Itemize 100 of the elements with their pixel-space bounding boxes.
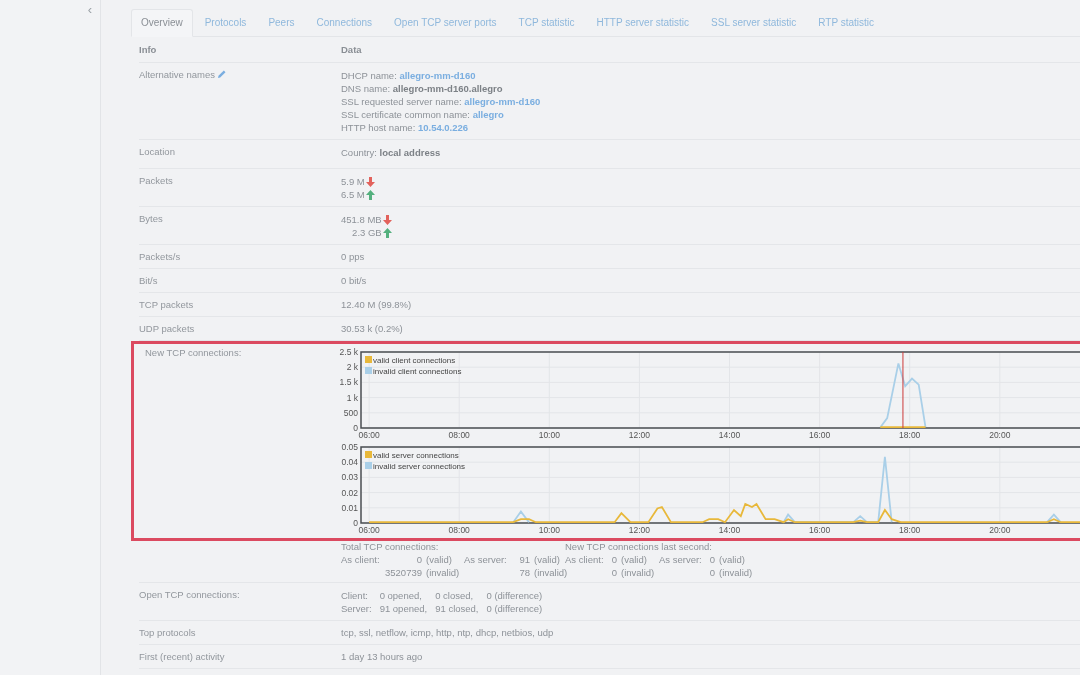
tab[interactable]: Overview [131,9,193,37]
table-cell-text: 0 closed, [435,589,475,602]
table-cell-text: 0 [708,554,716,566]
data-value: 1 day 13 hours ago [341,651,424,663]
data-value: 6.5 M [341,188,365,201]
axis-tick-label: 14:00 [718,525,741,535]
axis-tick-label: 10:00 [538,525,560,535]
axis-tick-label: 06:00 [358,525,380,535]
data-value: SSL certificate common name: allegro [341,108,505,121]
data-value: 5.9 M [341,175,365,188]
data-value: DHCP name: allegro-mm-d160 [341,69,477,82]
row-label: First (recent) activity [139,651,225,662]
table-cell: 0 (difference) [486,602,543,615]
table-cell-text: 0 [610,554,618,566]
axis-tick-label: 1.5 k [339,377,358,388]
row-label: Packets [139,175,173,186]
column-header: Info [139,44,158,56]
axis-tick-label: 18:00 [899,430,921,440]
axis-tick-label: 20:00 [989,525,1011,535]
data-value: 2.3 GB [352,226,382,239]
data-value: tcp, ssl, netflow, icmp, http, ntp, dhcp, netbios, udp [341,627,555,639]
axis-tick-label: 0 [353,518,358,528]
column-header: Data [341,44,363,56]
data-value: 0 bit/s [341,275,368,287]
row-label: Open TCP connections: [139,589,240,600]
tab[interactable]: Connections [306,9,383,37]
tab[interactable]: Peers [258,9,305,37]
section-heading: New TCP connections last second: [565,541,713,553]
row-label: TCP packets [139,299,194,310]
row-label: Packets/s [139,251,181,262]
axis-tick-label: 12:00 [628,525,651,535]
table-cell-text: As client: [341,554,381,566]
table-cell-text: As server: [659,554,703,566]
table-cell-text: 78 [518,567,531,579]
table-cell-text: 0 opened, [379,589,423,602]
data-value: DNS name: allegro-mm-d160.allegro [341,82,504,95]
axis-tick-label: 20:00 [989,430,1011,440]
table-cell-text: Client: [341,589,369,602]
section-heading: Total TCP connections: [341,541,440,553]
table-cell-text: 0 [708,567,716,579]
table-cell-text: (valid) [621,554,648,566]
axis-tick-label: 16:00 [808,430,831,440]
legend-label: valid server connections [373,451,459,460]
axis-tick-label: 0.05 [341,442,358,452]
legend-label: valid client connections [373,356,456,365]
data-value: HTTP host name: 10.54.0.226 [341,121,470,134]
axis-tick-label: 14:00 [718,430,741,440]
table-cell-text: (invalid) [719,567,754,579]
table-cell-text: (valid) [534,554,561,566]
legend-label: invalid server connections [373,462,466,471]
row-label: Bit/s [139,275,158,286]
data-value: 30.53 k (0.2%) [341,323,404,335]
axis-tick-label: 18:00 [899,525,921,535]
tab[interactable]: HTTP server statistic [586,9,700,37]
table-cell-text: As server: [464,554,508,566]
pencil-icon[interactable] [218,70,227,78]
table-cell: Server: [341,602,372,615]
table-cell-text: 0 [610,567,618,579]
arrow-up-icon [382,227,392,238]
table-cell-text: (invalid) [621,567,656,579]
tab[interactable]: Protocols [194,9,257,37]
data-value: 451.8 MB [341,213,382,226]
data-value: SSL requested server name: allegro-mm-d160 [341,95,542,108]
tab[interactable]: TCP statistic [508,9,585,37]
row-label: Alternative names [139,69,216,80]
axis-tick-label: 0.04 [341,457,358,468]
table-cell-text: (valid) [719,554,746,566]
table-cell-text: 3520739 [384,567,423,579]
row-label: UDP packets [139,323,195,334]
axis-tick-label: 0.01 [341,502,358,513]
table-cell: 91 opened, [379,602,428,615]
axis-tick-label: 16:00 [808,525,831,535]
table-cell: 91 closed, [435,602,479,615]
table-cell: (invalid) [534,567,565,579]
table-cell-text: As client: [565,554,605,566]
axis-tick-label: 12:00 [628,430,651,440]
axis-tick-label: 08:00 [448,430,470,440]
legend-label: invalid client connections [373,367,462,376]
axis-tick-label: 0.03 [341,472,358,483]
data-value: Country: local address [341,146,442,159]
collapse-button[interactable]: ‹ [79,0,100,20]
axis-tick-label: 1 k [346,392,358,403]
axis-tick-label: 2 k [346,362,358,373]
axis-tick-label: 0 [353,423,358,433]
axis-tick-label: 2.5 k [339,347,358,357]
table-cell-text: (invalid) [426,567,461,579]
data-value: 12.40 M (99.8%) [341,299,413,311]
row-label: Top protocols [139,627,196,638]
table-cell: 0 (difference) [486,589,543,602]
axis-tick-label: 10:00 [538,430,560,440]
arrow-down-icon [365,176,375,187]
tab[interactable]: SSL server statistic [701,9,807,37]
tab[interactable]: RTP statistic [808,9,885,37]
table-cell-text: 91 [518,554,531,566]
tab[interactable]: Open TCP server ports [384,9,507,37]
axis-tick-label: 500 [343,407,358,418]
axis-tick-label: 0.02 [341,487,358,498]
axis-tick-label: 08:00 [448,525,470,535]
data-value: 0 pps [341,251,366,263]
row-label: New TCP connections: [145,347,242,358]
